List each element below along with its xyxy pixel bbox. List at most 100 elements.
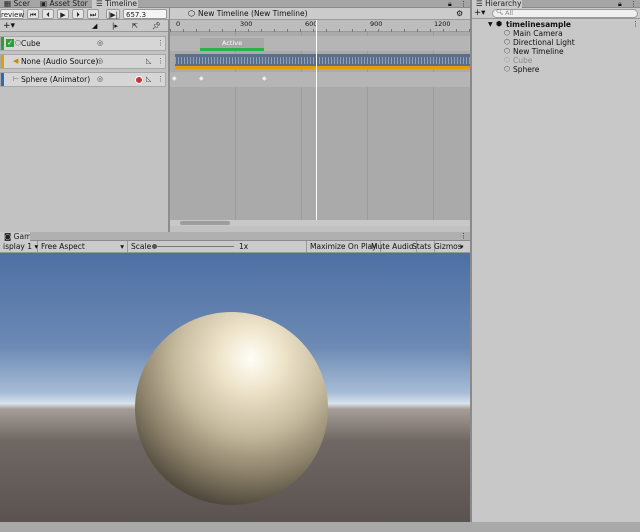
object-picker-icon[interactable]: ◎ <box>97 38 103 48</box>
curves-icon[interactable]: ◺ <box>146 56 151 66</box>
hierarchy-icon: ☰ <box>476 0 483 8</box>
item-label: Main Camera <box>513 29 563 38</box>
hierarchy-item[interactable]: ⬡ Directional Light <box>472 38 640 47</box>
animator-icon: ⊢ <box>13 75 20 83</box>
gameobject-icon: ⬡ <box>504 29 511 37</box>
track-audio[interactable]: ◀ None (Audio Source) ◎ ◺ ⋮ <box>0 54 166 69</box>
play-range-icon[interactable]: |▶| <box>106 9 120 19</box>
gameobject-icon: ⬡ <box>504 38 511 46</box>
track-menu-icon[interactable]: ⋮ <box>157 74 164 84</box>
top-tab-bar: ▦ Scene ▣ Asset Store ☰ Timeline 🔒︎ ⋮ <box>0 0 470 8</box>
timeline-toolbar: review ⏮ ⏴ ▶ ⏵ ⏭ |▶| 657.3 ⬡ New Timelin… <box>0 8 470 20</box>
scale-slider-handle[interactable] <box>152 244 157 249</box>
tab-game[interactable]: ◙ Game <box>0 232 30 241</box>
game-icon: ◙ <box>4 232 12 241</box>
object-picker-icon[interactable]: ◎ <box>97 74 103 84</box>
active-clip[interactable]: Active <box>200 38 264 51</box>
play-icon[interactable]: ▶ <box>57 9 69 19</box>
go-to-start-icon[interactable]: ⏮ <box>27 9 39 19</box>
go-to-end-icon[interactable]: ⏭ <box>87 9 99 19</box>
time-ruler[interactable]: 0 300 600 900 1200 <box>170 20 470 32</box>
scene-row[interactable]: ▼ ⬢ timelinesample ⋮ <box>472 20 640 29</box>
scale-label: Scale <box>131 242 152 251</box>
track-cube[interactable]: ✓ ⬡ Cube ◎ ⋮ <box>0 36 166 51</box>
track-color-bar <box>1 37 4 50</box>
track-color-bar <box>1 73 4 86</box>
hierarchy-item[interactable]: ⬡ Main Camera <box>472 29 640 38</box>
track-header-toolbar: +▾ ◢ |▸ ⇱ 📌︎ <box>0 20 168 32</box>
hierarchy-item[interactable]: ⬡ New Timeline <box>472 47 640 56</box>
tab-hierarchy[interactable]: ☰ Hierarchy <box>472 0 522 8</box>
timeline-asset-icon: ⬡ <box>188 9 195 18</box>
ruler-tick-label: 0 <box>176 20 181 28</box>
tab-asset-store[interactable]: ▣ Asset Store <box>36 0 88 8</box>
ruler-tick-label: 900 <box>370 20 383 28</box>
gameobject-icon: ⬡ <box>504 47 511 55</box>
separator <box>169 8 170 20</box>
next-frame-icon[interactable]: ⏵ <box>72 9 84 19</box>
aspect-dropdown[interactable]: Free Aspect ▾ <box>38 241 128 253</box>
item-label: New Timeline <box>513 47 564 56</box>
pin-icon[interactable]: 📌︎ <box>152 20 161 32</box>
expand-arrow-icon[interactable]: ▼ <box>488 20 493 29</box>
preview-button[interactable]: review <box>0 9 24 19</box>
clip-area[interactable]: Active ◆ ◆ ◆ <box>170 20 470 226</box>
ruler-tick-label: 300 <box>240 20 253 28</box>
search-icon: 🔍︎ <box>496 9 504 16</box>
record-button[interactable] <box>135 76 143 84</box>
track-menu-icon[interactable]: ⋮ <box>157 38 164 48</box>
keyframe-icon[interactable]: ◆ <box>262 75 267 82</box>
object-picker-icon[interactable]: ◎ <box>97 56 103 66</box>
search-placeholder: All <box>505 9 514 17</box>
timeline-title: New Timeline (New Timeline) <box>198 9 308 18</box>
scene-name: timelinesample <box>506 20 571 29</box>
speaker-icon: ◀ <box>13 57 19 65</box>
track-label: Cube <box>21 39 41 48</box>
display-dropdown[interactable]: isplay 1 ▾ <box>0 241 38 253</box>
time-field[interactable]: 657.3 <box>123 9 167 19</box>
track-color-bar <box>1 55 4 68</box>
scene-menu-icon[interactable]: ⋮ <box>632 20 639 29</box>
scale-value: 1x <box>239 242 249 251</box>
playhead[interactable] <box>316 20 317 224</box>
snap-icon[interactable]: |▸ <box>112 20 118 32</box>
more-options-icon[interactable]: ⋮ <box>460 232 467 241</box>
more-options-icon[interactable]: ⋮ <box>630 0 637 8</box>
scale-slider-track[interactable] <box>154 246 234 247</box>
add-track-button[interactable]: +▾ <box>3 20 15 32</box>
scrollbar-thumb[interactable] <box>180 221 230 225</box>
previous-frame-icon[interactable]: ⏴ <box>42 9 54 19</box>
scene-icon: ▦ <box>4 0 12 8</box>
gizmos-dropdown-icon[interactable]: ▾ <box>460 241 464 253</box>
audio-clip[interactable] <box>175 54 470 69</box>
gameobject-icon: ⬡ <box>504 65 511 73</box>
track-menu-icon[interactable]: ⋮ <box>157 56 164 66</box>
keyframe-icon[interactable]: ◆ <box>199 75 204 82</box>
tab-scene[interactable]: ▦ Scene <box>0 0 30 8</box>
hierarchy-tab-bar: ☰ Hierarchy 🔒︎ ⋮ <box>472 0 640 8</box>
store-icon: ▣ <box>40 0 48 8</box>
hierarchy-item[interactable]: ⬡ Sphere <box>472 65 640 74</box>
tab-timeline[interactable]: ☰ Timeline <box>92 0 138 8</box>
hierarchy-search[interactable]: 🔍︎ All <box>492 9 638 18</box>
ripple-icon[interactable]: ⇱ <box>132 20 138 32</box>
lock-icon[interactable]: 🔒︎ <box>448 0 452 8</box>
checkbox-icon[interactable]: ✓ <box>6 39 14 47</box>
keyframe-icon[interactable]: ◆ <box>172 75 177 82</box>
settings-gear-icon[interactable]: ⚙ <box>456 8 463 20</box>
markers-icon[interactable]: ◢ <box>92 20 97 32</box>
more-options-icon[interactable]: ⋮ <box>460 0 467 8</box>
game-viewport[interactable] <box>0 253 470 522</box>
track-label: None (Audio Source) <box>21 57 99 66</box>
ruler-tick-label: 1200 <box>434 20 451 28</box>
horizontal-scrollbar[interactable] <box>170 220 470 226</box>
lock-icon[interactable]: 🔒︎ <box>618 0 622 8</box>
game-tab-bar: ◙ Game ⋮ <box>0 232 470 241</box>
create-button[interactable]: +▾ <box>474 8 485 19</box>
track-animator[interactable]: ⊢ Sphere (Animator) ◎ ◺ ⋮ <box>0 72 166 87</box>
curves-icon[interactable]: ◺ <box>146 74 151 84</box>
hierarchy-item[interactable]: ⬡ Cube <box>472 56 640 65</box>
audio-waveform <box>175 57 470 64</box>
item-label: Directional Light <box>513 38 575 47</box>
timeline-icon: ☰ <box>96 0 103 8</box>
